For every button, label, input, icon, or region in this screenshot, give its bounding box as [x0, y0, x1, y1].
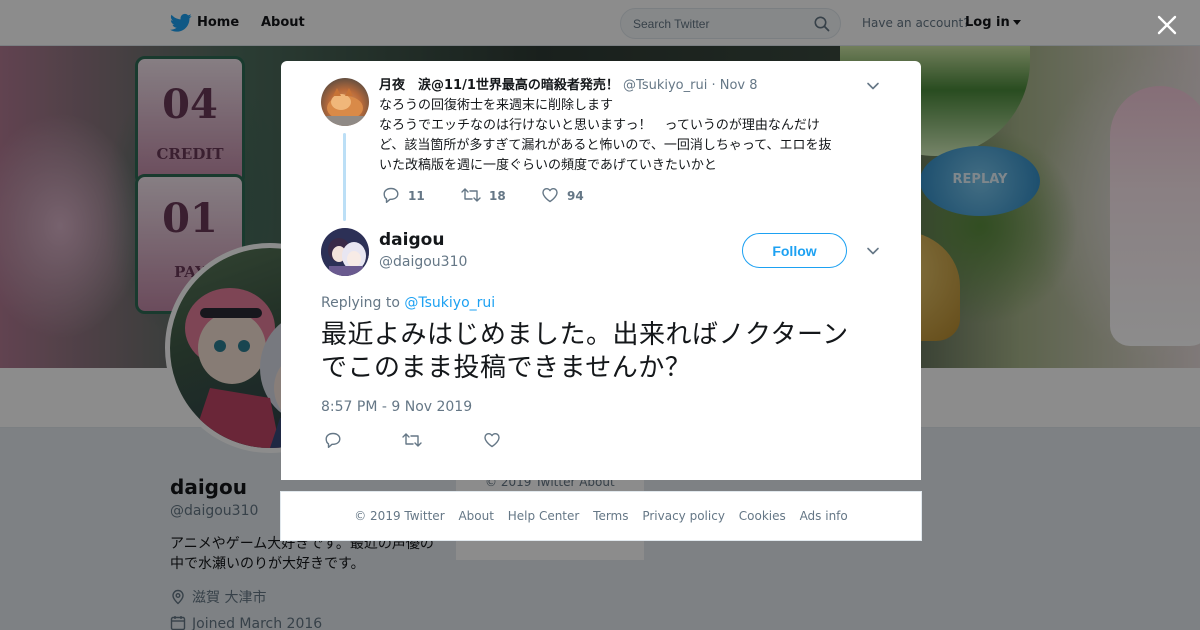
close-icon[interactable]: [1155, 13, 1179, 37]
main-avatar-art: [321, 228, 369, 276]
retweet-icon[interactable]: [402, 431, 422, 449]
context-tweet-line: ど、該当箇所が多すぎて漏れがあると怖いので、一回消しちゃって、エロを抜: [379, 138, 832, 153]
main-tweet-text-line: 最近よみはじめました。出来ればノクターン: [321, 320, 849, 350]
context-reply-count: 11: [408, 189, 425, 203]
follow-button[interactable]: Follow: [742, 233, 847, 268]
context-tweet-text: なろうの回復術士を来週末に削除します なろうでエッチなのは行けないと思いますっ！…: [379, 96, 879, 176]
replying-to-line: Replying to @Tsukiyo_rui: [321, 295, 495, 311]
context-tweet-author-name[interactable]: 月夜 涙@11/1世界最高の暗殺者発売！: [379, 78, 619, 93]
replying-to-label: Replying to: [321, 295, 400, 311]
reply-icon: [383, 187, 399, 203]
context-retweet-button[interactable]: 18: [461, 186, 506, 204]
replying-to-link[interactable]: @Tsukiyo_rui: [404, 295, 495, 311]
main-tweet-timestamp[interactable]: 8:57 PM - 9 Nov 2019: [321, 399, 472, 415]
footer-terms-link[interactable]: Terms: [593, 509, 628, 523]
main-tweet-author-name[interactable]: daigou: [379, 230, 444, 250]
footer-copyright: © 2019 Twitter: [354, 509, 445, 523]
context-tweet-header: 月夜 涙@11/1世界最高の暗殺者発売！ @Tsukiyo_rui · Nov …: [379, 77, 758, 95]
main-tweet-text: 最近よみはじめました。出来ればノクターン でこのまま投稿できませんか？: [321, 319, 891, 385]
modal-footer: © 2019 Twitter About Help Center Terms P…: [280, 491, 922, 541]
context-retweet-count: 18: [489, 189, 506, 203]
footer-links: © 2019 Twitter About Help Center Terms P…: [281, 509, 921, 523]
footer-help-link[interactable]: Help Center: [508, 509, 580, 523]
context-tweet-line: いた改稿版を週に一度ぐらいの頻度であげていきたいかと: [379, 158, 717, 173]
context-tweet-date[interactable]: Nov 8: [720, 78, 758, 93]
footer-privacy-link[interactable]: Privacy policy: [642, 509, 725, 523]
context-tweet-line: なろうでエッチなのは行けないと思いますっ！ っていうのが理由なんだけ: [379, 118, 820, 133]
footer-cookies-link[interactable]: Cookies: [739, 509, 786, 523]
footer-ads-link[interactable]: Ads info: [800, 509, 848, 523]
heart-icon[interactable]: [483, 431, 501, 449]
chevron-down-icon[interactable]: [866, 79, 880, 93]
context-like-button[interactable]: 94: [541, 186, 584, 204]
context-avatar-art: [321, 88, 369, 126]
thread-connector-line: [343, 133, 346, 221]
main-tweet-author-handle[interactable]: @daigou310: [379, 254, 467, 270]
chevron-down-icon[interactable]: [866, 244, 880, 258]
reply-icon[interactable]: [324, 431, 342, 449]
context-like-count: 94: [567, 189, 584, 203]
context-tweet-author-handle[interactable]: @Tsukiyo_rui: [623, 78, 707, 93]
tweet-permalink-modal: 月夜 涙@11/1世界最高の暗殺者発売！ @Tsukiyo_rui · Nov …: [281, 61, 921, 480]
main-tweet-text-line: でこのまま投稿できませんか？: [321, 353, 692, 383]
context-reply-button[interactable]: 11: [382, 186, 425, 204]
context-tweet-avatar[interactable]: [321, 78, 369, 126]
context-tweet-line: なろうの回復術士を来週末に削除します: [379, 98, 614, 113]
context-tweet-separator: ·: [711, 78, 716, 93]
retweet-icon: [461, 188, 481, 202]
footer-about-link[interactable]: About: [458, 509, 493, 523]
heart-icon: [542, 188, 558, 203]
main-tweet-avatar[interactable]: [321, 228, 369, 276]
